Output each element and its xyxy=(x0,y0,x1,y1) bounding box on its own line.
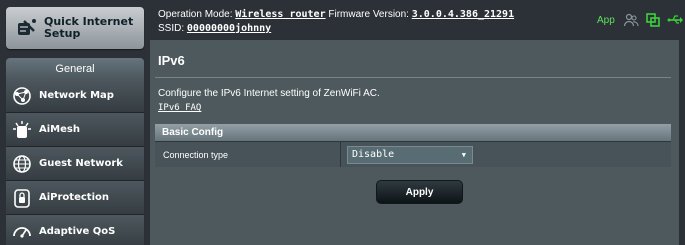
sidebar-item-label: AiMesh xyxy=(39,124,80,135)
users-icon[interactable] xyxy=(622,11,640,29)
network-map-icon xyxy=(11,85,33,107)
top-banner: Operation Mode: Wireless router Firmware… xyxy=(150,0,685,40)
connection-type-select[interactable]: Disable ▼ xyxy=(347,145,473,164)
table-row: Connection type Disable ▼ xyxy=(155,141,671,167)
sidebar-item-adaptive-qos[interactable]: Adaptive QoS xyxy=(6,215,144,245)
sidebar-item-label: Adaptive QoS xyxy=(39,226,116,237)
lock-shield-icon xyxy=(11,187,33,209)
table-header: Basic Config xyxy=(155,124,671,141)
section-header-general: General xyxy=(6,58,144,79)
apply-button[interactable]: Apply xyxy=(376,180,463,204)
page-title: IPv6 xyxy=(158,53,185,68)
basic-config-table: Basic Config Connection type Disable ▼ xyxy=(155,124,671,167)
status-icons xyxy=(622,11,684,29)
ssid-link[interactable]: 00000000johnny xyxy=(187,23,271,34)
sidebar-menu: Network Map AiMesh Guest Network AiProte… xyxy=(6,79,144,245)
connection-type-label: Connection type xyxy=(155,141,340,167)
operation-mode-label: Operation Mode: xyxy=(158,9,233,20)
main-content: IPv6 Configure the IPv6 Internet setting… xyxy=(150,40,679,245)
page-description: Configure the IPv6 Internet setting of Z… xyxy=(158,88,380,99)
usb-icon[interactable] xyxy=(666,11,684,29)
operation-mode-line: Operation Mode: Wireless router Firmware… xyxy=(158,9,514,20)
gauge-icon xyxy=(11,221,33,243)
app-link[interactable]: App xyxy=(597,15,615,26)
quick-internet-setup-label: Quick Internet Setup xyxy=(44,15,134,40)
operation-mode-link[interactable]: Wireless router xyxy=(235,9,325,20)
connection-type-cell: Disable ▼ xyxy=(340,141,671,167)
sidebar-item-aimesh[interactable]: AiMesh xyxy=(6,113,144,147)
sidebar-item-guest-network[interactable]: Guest Network xyxy=(6,147,144,181)
firmware-version-link[interactable]: 3.0.0.4.386_21291 xyxy=(412,9,514,20)
ssid-label: SSID: xyxy=(158,23,185,34)
globe-icon xyxy=(11,153,33,175)
sidebar-item-aiprotection[interactable]: AiProtection xyxy=(6,181,144,215)
copy-status-icon[interactable] xyxy=(644,11,662,29)
ipv6-faq-link[interactable]: IPv6 FAQ xyxy=(158,103,201,113)
chevron-down-icon: ▼ xyxy=(461,150,466,159)
aimesh-icon xyxy=(11,119,33,141)
wand-icon xyxy=(16,17,38,39)
quick-internet-setup-button[interactable]: Quick Internet Setup xyxy=(6,7,144,49)
sidebar-item-label: Network Map xyxy=(39,90,114,101)
sidebar-item-network-map[interactable]: Network Map xyxy=(6,79,144,113)
connection-type-value: Disable xyxy=(352,149,395,160)
ssid-line: SSID: 00000000johnny xyxy=(158,23,271,34)
firmware-label: Firmware Version: xyxy=(328,9,409,20)
sidebar-item-label: Guest Network xyxy=(39,158,123,169)
sidebar-item-label: AiProtection xyxy=(39,192,109,203)
divider xyxy=(155,77,671,78)
sidebar: Quick Internet Setup General Network Map xyxy=(0,0,150,245)
